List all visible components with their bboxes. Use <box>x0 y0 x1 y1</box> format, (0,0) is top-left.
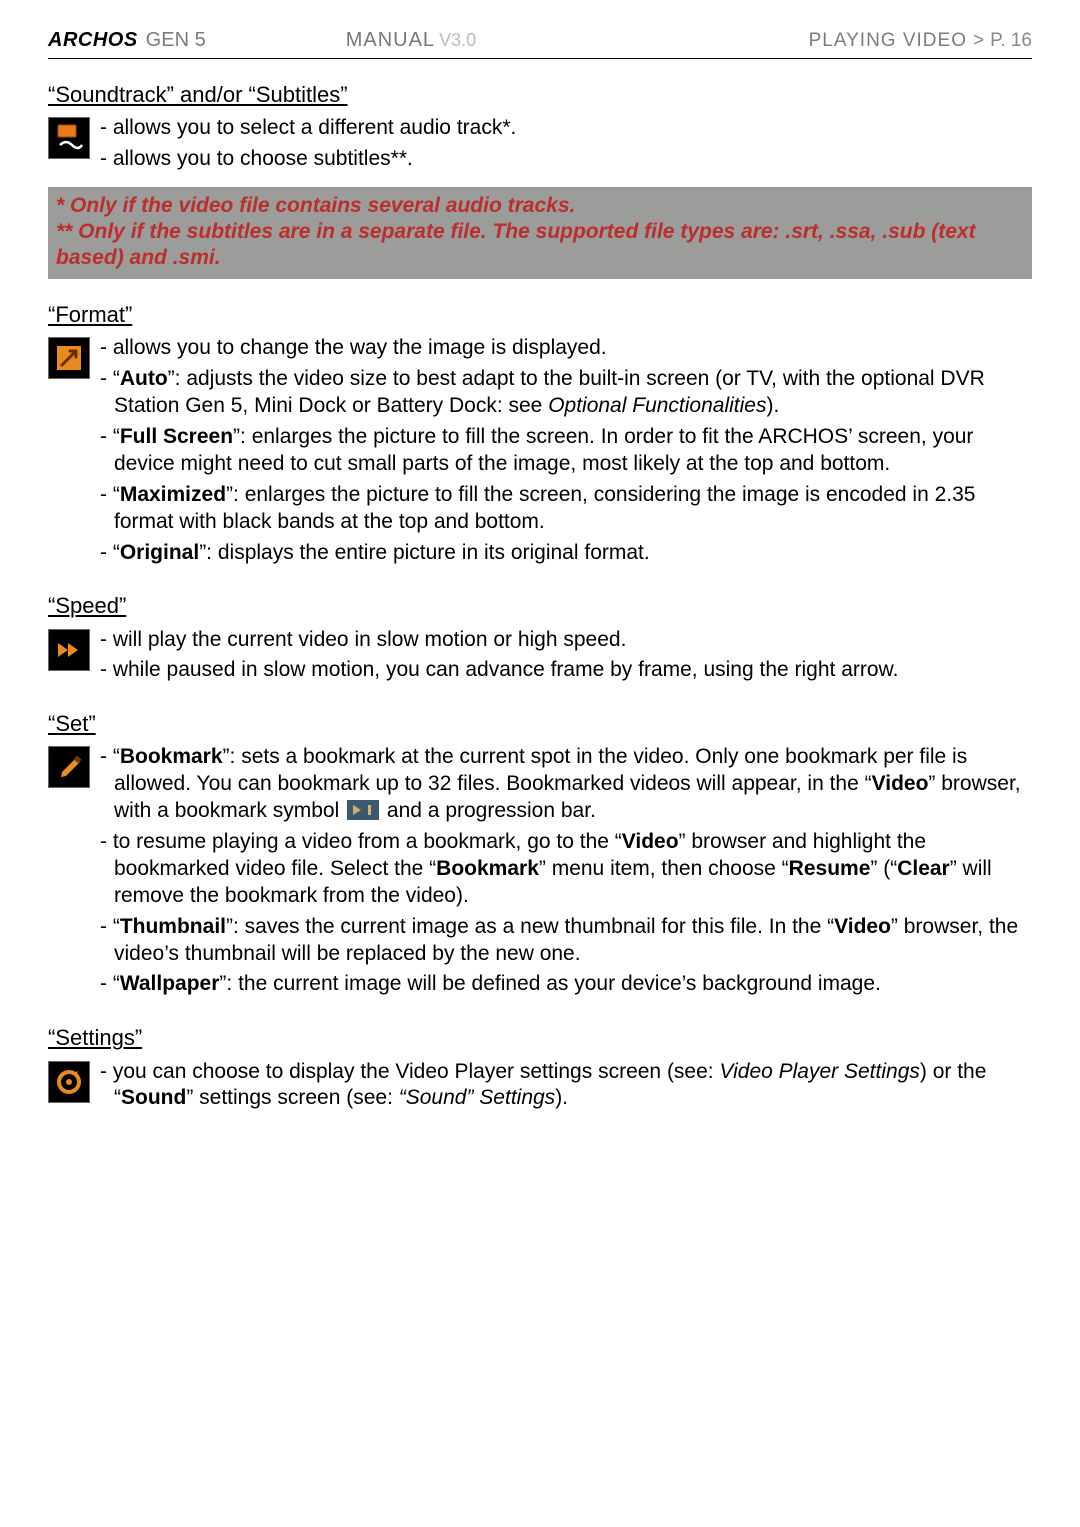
header-version: V3.0 <box>439 29 476 52</box>
bookmark-inline-icon <box>347 800 379 820</box>
list-item: while paused in slow motion, you can adv… <box>100 657 1032 684</box>
section-title-speed: “Speed” <box>48 592 1032 620</box>
breadcrumb-section: PLAYING VIDEO <box>809 29 967 53</box>
brand-logo: ARCHOS <box>48 28 138 54</box>
set-list: “Bookmark”: sets a bookmark at the curre… <box>100 744 1032 998</box>
settings-list: you can choose to display the Video Play… <box>100 1059 1032 1113</box>
footnote-box: * Only if the video file contains severa… <box>48 187 1032 280</box>
header-gen: GEN 5 <box>146 28 206 54</box>
list-item: “Maximized”: enlarges the picture to fil… <box>100 482 1032 536</box>
breadcrumb-page: P. 16 <box>990 29 1032 53</box>
speed-icon <box>48 629 90 671</box>
list-item: “Auto”: adjusts the video size to best a… <box>100 366 1032 420</box>
soundtrack-icon <box>48 117 90 159</box>
list-item: to resume playing a video from a bookmar… <box>100 829 1032 910</box>
list-item: you can choose to display the Video Play… <box>100 1059 1032 1113</box>
section-title-soundtrack: “Soundtrack” and/or “Subtitles” <box>48 81 1032 109</box>
speed-list: will play the current video in slow moti… <box>100 627 1032 685</box>
breadcrumb-separator: > <box>973 29 984 53</box>
list-item: “Wallpaper”: the current image will be d… <box>100 971 1032 998</box>
soundtrack-list: allows you to select a different audio t… <box>100 115 1032 173</box>
list-item: “Thumbnail”: saves the current image as … <box>100 914 1032 968</box>
format-icon <box>48 337 90 379</box>
page-header: ARCHOS GEN 5 MANUAL V3.0 PLAYING VIDEO >… <box>48 28 1032 59</box>
list-item: allows you to change the way the image i… <box>100 335 1032 362</box>
list-item: allows you to select a different audio t… <box>100 115 1032 142</box>
section-title-format: “Format” <box>48 301 1032 329</box>
header-manual: MANUAL <box>346 28 435 54</box>
list-item: “Original”: displays the entire picture … <box>100 540 1032 567</box>
list-item: allows you to choose subtitles**. <box>100 146 1032 173</box>
list-item: “Full Screen”: enlarges the picture to f… <box>100 424 1032 478</box>
section-title-settings: “Settings” <box>48 1024 1032 1052</box>
settings-icon <box>48 1061 90 1103</box>
format-list: allows you to change the way the image i… <box>100 335 1032 566</box>
list-item: will play the current video in slow moti… <box>100 627 1032 654</box>
section-title-set: “Set” <box>48 710 1032 738</box>
footnote-line: ** Only if the subtitles are in a separa… <box>56 219 1024 272</box>
list-item: “Bookmark”: sets a bookmark at the curre… <box>100 744 1032 825</box>
set-icon <box>48 746 90 788</box>
footnote-line: * Only if the video file contains severa… <box>56 193 1024 219</box>
